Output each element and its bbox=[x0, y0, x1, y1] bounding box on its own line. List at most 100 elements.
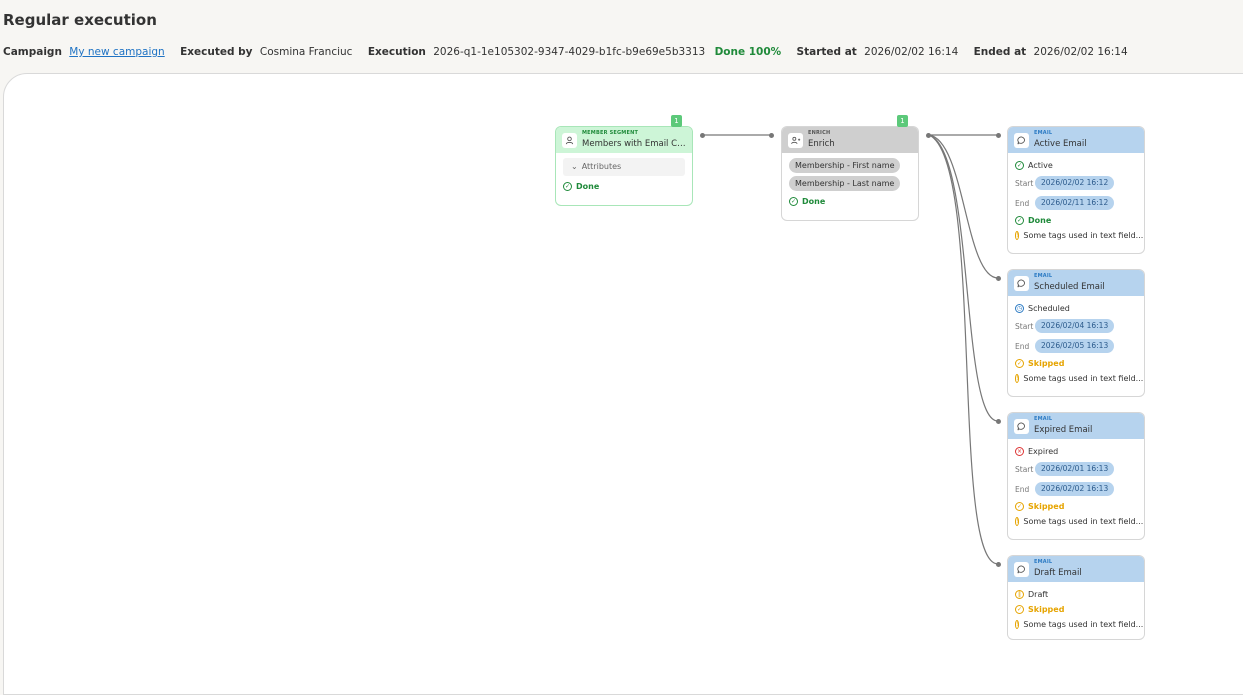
warning: ! Some tags used in text field... bbox=[1015, 228, 1143, 243]
start-date: 2026/02/02 16:12 bbox=[1035, 176, 1115, 190]
started-at-value: 2026/02/02 16:14 bbox=[864, 46, 959, 58]
warning-text: Some tags used in text field... bbox=[1023, 231, 1144, 240]
end-date: 2026/02/05 16:13 bbox=[1035, 339, 1115, 353]
status-text: Done bbox=[802, 197, 826, 206]
attributes-label: Attributes bbox=[581, 162, 622, 171]
status-text: Skipped bbox=[1028, 359, 1065, 368]
edge-handle[interactable] bbox=[996, 276, 1001, 281]
x-circle-icon: × bbox=[1015, 447, 1024, 456]
node-header: ENRICH Enrich bbox=[782, 127, 918, 153]
ended-at-label: Ended at bbox=[973, 46, 1027, 58]
node-name: Active Email bbox=[1034, 139, 1087, 149]
edge-handle[interactable] bbox=[926, 133, 931, 138]
start-label: Start bbox=[1015, 178, 1034, 188]
end-row: End 2026/02/02 16:13 bbox=[1015, 479, 1137, 499]
skip-check-icon: ✓ bbox=[1015, 502, 1024, 511]
warning-icon: ! bbox=[1015, 517, 1020, 526]
execution-meta: Campaign My new campaign Executed by Cos… bbox=[3, 46, 1140, 58]
enrich-field-pill: Membership - First name bbox=[789, 158, 901, 173]
email-state: ◷ Scheduled bbox=[1015, 301, 1137, 316]
node-type: MEMBER SEGMENT bbox=[582, 130, 639, 136]
check-circle-icon: ✓ bbox=[1015, 216, 1024, 225]
state-text: Draft bbox=[1028, 590, 1049, 599]
node-header: MEMBER SEGMENT Members with Email Con... bbox=[556, 127, 692, 153]
node-header: EMAIL Draft Email bbox=[1008, 556, 1144, 582]
warning: ! Some tags used in text field... bbox=[1015, 514, 1143, 529]
member-segment-node[interactable]: 1 MEMBER SEGMENT Members with Email Con.… bbox=[556, 115, 692, 205]
warning-icon: ! bbox=[1015, 231, 1020, 240]
start-label: Start bbox=[1015, 464, 1034, 474]
status-text: Done bbox=[576, 182, 600, 191]
start-row: Start 2026/02/02 16:12 bbox=[1015, 173, 1137, 193]
node-header: EMAIL Expired Email bbox=[1008, 413, 1144, 439]
email-state: ✓ Active bbox=[1015, 158, 1137, 173]
count-badge: 1 bbox=[671, 115, 682, 127]
node-type: ENRICH bbox=[808, 130, 831, 136]
execution-label: Execution bbox=[367, 46, 426, 58]
edge-handle[interactable] bbox=[769, 133, 774, 138]
node-header: EMAIL Scheduled Email bbox=[1008, 270, 1144, 296]
state-text: Expired bbox=[1028, 447, 1059, 456]
node-header: EMAIL Active Email bbox=[1008, 127, 1144, 153]
campaign-label: Campaign bbox=[3, 46, 62, 58]
chat-bubble-icon bbox=[1014, 562, 1029, 577]
enrich-node[interactable]: 1 ENRICH Enrich Membership - First name … bbox=[782, 115, 918, 220]
executed-by-label: Executed by bbox=[180, 46, 253, 58]
node-type: EMAIL bbox=[1034, 416, 1053, 422]
end-label: End bbox=[1015, 484, 1030, 494]
email-node-expired[interactable]: EMAIL Expired Email × Expired Start 2026/0… bbox=[1008, 413, 1144, 539]
chat-bubble-icon bbox=[1014, 276, 1029, 291]
email-node-draft[interactable]: EMAIL Draft Email ‖ Draft ✓ Skipped ! Some … bbox=[1008, 556, 1144, 639]
chat-bubble-icon bbox=[1014, 419, 1029, 434]
chevron-down-icon: ⌄ bbox=[571, 162, 578, 171]
end-label: End bbox=[1015, 341, 1030, 351]
count-badge: 1 bbox=[897, 115, 908, 127]
email-state: × Expired bbox=[1015, 444, 1137, 459]
warning: ! Some tags used in text field... bbox=[1015, 371, 1143, 386]
warning-text: Some tags used in text field... bbox=[1023, 620, 1144, 629]
execution-status: Done 100% bbox=[714, 46, 782, 58]
node-type: EMAIL bbox=[1034, 273, 1053, 279]
end-date: 2026/02/02 16:13 bbox=[1035, 482, 1115, 496]
node-type: EMAIL bbox=[1034, 130, 1053, 136]
node-name: Draft Email bbox=[1034, 568, 1082, 578]
edge-handle[interactable] bbox=[996, 419, 1001, 424]
state-text: Active bbox=[1028, 161, 1053, 170]
status-text: Skipped bbox=[1028, 605, 1065, 614]
warning: ! Some tags used in text field... bbox=[1015, 617, 1143, 632]
start-date: 2026/02/04 16:13 bbox=[1035, 319, 1115, 333]
email-node-active[interactable]: EMAIL Active Email ✓ Active Start 2026/02/… bbox=[1008, 127, 1144, 253]
node-name: Scheduled Email bbox=[1034, 282, 1105, 292]
executed-by-value: Cosmina Franciuc bbox=[259, 46, 353, 58]
node-status: ✓ Skipped bbox=[1015, 499, 1137, 514]
end-date: 2026/02/11 16:12 bbox=[1035, 196, 1115, 210]
edge-handle[interactable] bbox=[996, 133, 1001, 138]
start-label: Start bbox=[1015, 321, 1034, 331]
ended-at-value: 2026/02/02 16:14 bbox=[1033, 46, 1128, 58]
chat-bubble-icon bbox=[1014, 133, 1029, 148]
skip-check-icon: ✓ bbox=[1015, 605, 1024, 614]
status-text: Done bbox=[1028, 216, 1052, 225]
people-icon bbox=[788, 133, 803, 148]
campaign-link[interactable]: My new campaign bbox=[69, 46, 164, 58]
edge-handle[interactable] bbox=[996, 562, 1001, 567]
execution-id: 2026-q1-1e105302-9347-4029-b1fc-b9e69e5b… bbox=[433, 46, 706, 58]
email-state: ‖ Draft bbox=[1015, 587, 1137, 602]
pause-circle-icon: ‖ bbox=[1015, 590, 1024, 599]
start-row: Start 2026/02/01 16:13 bbox=[1015, 459, 1137, 479]
check-circle-icon: ✓ bbox=[789, 197, 798, 206]
attributes-toggle[interactable]: ⌄ Attributes bbox=[563, 158, 685, 176]
warning-text: Some tags used in text field... bbox=[1023, 517, 1144, 526]
node-status: ✓ Done bbox=[563, 179, 685, 194]
check-circle-icon: ✓ bbox=[563, 182, 572, 191]
end-row: End 2026/02/05 16:13 bbox=[1015, 336, 1137, 356]
node-name: Expired Email bbox=[1034, 425, 1093, 435]
email-node-scheduled[interactable]: EMAIL Scheduled Email ◷ Scheduled Start 20… bbox=[1008, 270, 1144, 396]
enrich-field-pill: Membership - Last name bbox=[789, 176, 901, 191]
end-label: End bbox=[1015, 198, 1030, 208]
node-status: ✓ Skipped bbox=[1015, 356, 1137, 371]
node-name: Enrich bbox=[808, 139, 835, 149]
start-date: 2026/02/01 16:13 bbox=[1035, 462, 1115, 476]
warning-icon: ! bbox=[1015, 620, 1020, 629]
edge-handle[interactable] bbox=[700, 133, 705, 138]
